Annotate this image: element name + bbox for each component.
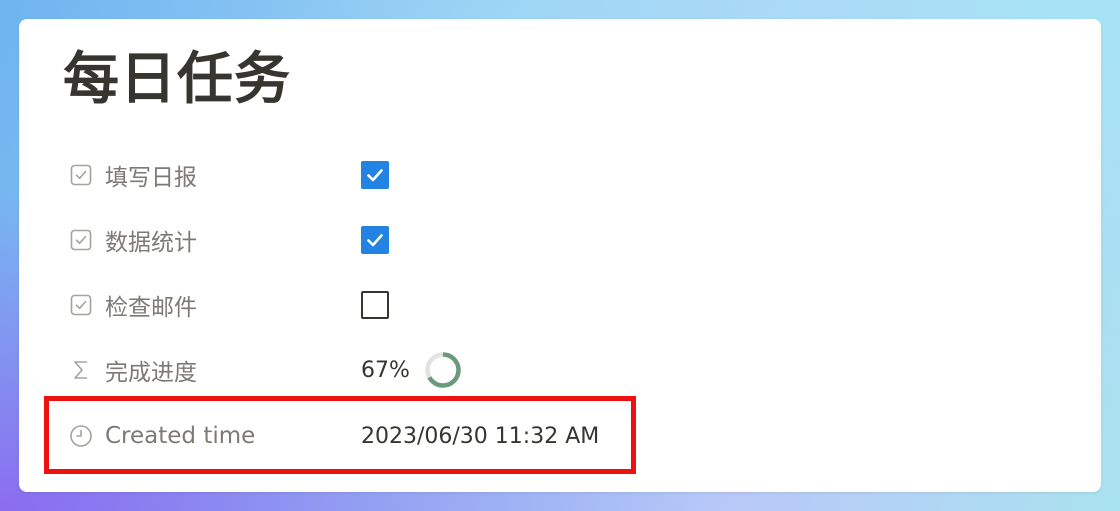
progress-percent: 67% xyxy=(361,357,410,383)
task-checkbox[interactable] xyxy=(361,291,389,319)
property-name[interactable]: 数据统计 xyxy=(69,215,197,265)
progress-ring xyxy=(425,352,461,388)
check-icon xyxy=(367,234,383,247)
checkbox-property-icon xyxy=(69,293,93,317)
property-row: 检查邮件 xyxy=(63,280,623,330)
page-title[interactable]: 每日任务 xyxy=(63,47,291,113)
property-name[interactable]: 检查邮件 xyxy=(69,280,197,330)
property-row: 完成进度 67% xyxy=(63,345,623,395)
property-value xyxy=(361,280,389,330)
task-checkbox[interactable] xyxy=(361,226,389,254)
property-value[interactable]: 67% xyxy=(361,345,462,395)
highlight-box xyxy=(44,396,636,474)
property-row: 填写日报 xyxy=(63,150,623,200)
property-label: 完成进度 xyxy=(105,360,197,386)
property-name[interactable]: 填写日报 xyxy=(69,150,197,200)
check-icon xyxy=(367,169,383,182)
checkbox-property-icon xyxy=(69,163,93,187)
checkbox-property-icon xyxy=(69,228,93,252)
task-checkbox[interactable] xyxy=(361,161,389,189)
property-value xyxy=(361,215,389,265)
property-row: 数据统计 xyxy=(63,215,623,265)
property-name[interactable]: 完成进度 xyxy=(69,345,197,395)
property-value xyxy=(361,150,389,200)
property-label: 填写日报 xyxy=(105,165,197,191)
property-label: 检查邮件 xyxy=(105,295,197,321)
property-label: 数据统计 xyxy=(105,230,197,256)
sigma-formula-icon xyxy=(69,358,93,382)
